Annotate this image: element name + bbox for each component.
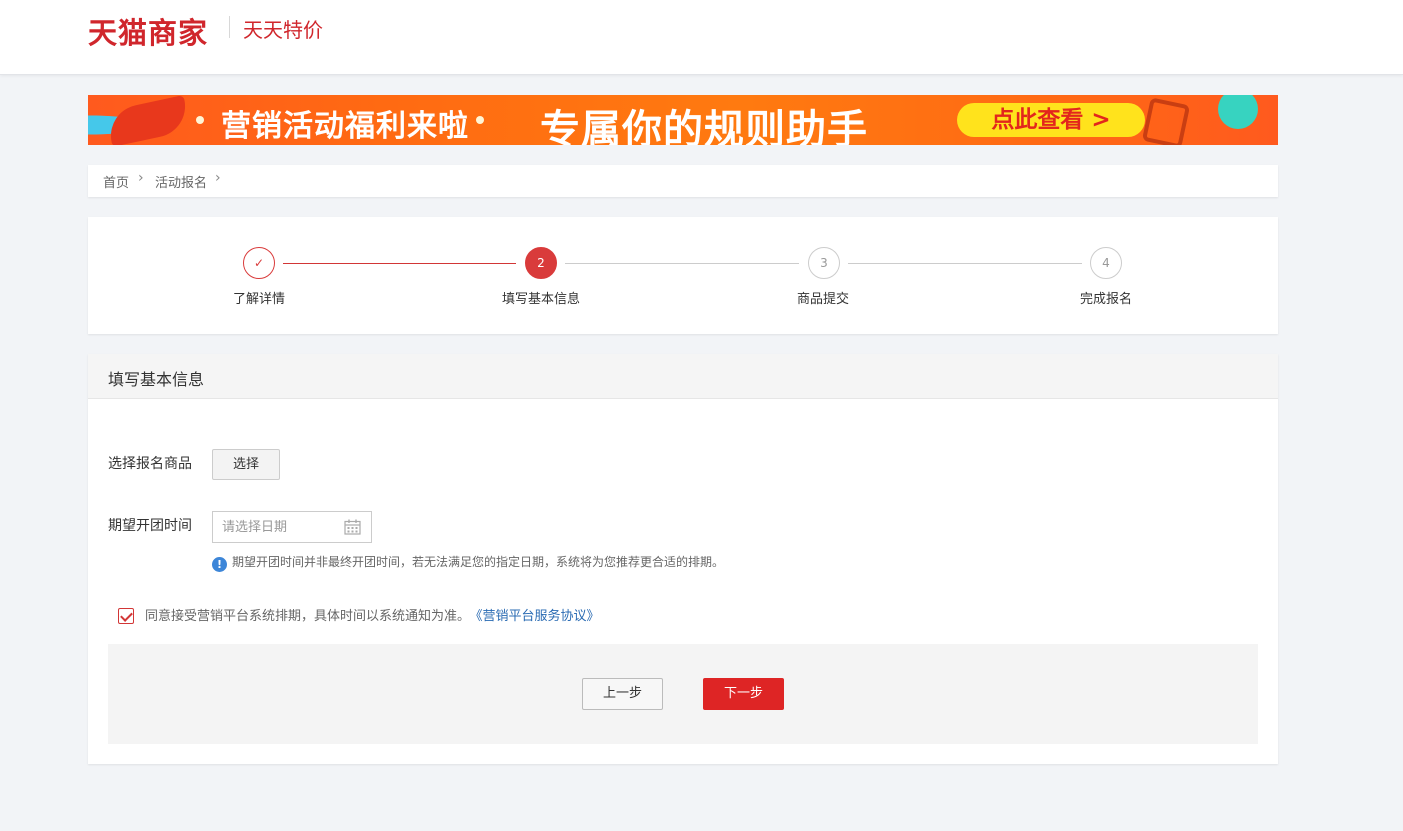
date-picker[interactable] xyxy=(212,511,372,543)
breadcrumb-item-home[interactable]: 首页 xyxy=(103,172,129,191)
banner-decoration xyxy=(1141,97,1191,145)
page-subtitle: 天天特价 xyxy=(243,18,323,42)
promo-banner[interactable]: 营销活动福利来啦 专属你的规则助手 点此查看 > xyxy=(88,95,1278,145)
banner-decoration xyxy=(476,116,484,124)
date-hint: ! 期望开团时间并非最终开团时间，若无法满足您的指定日期，系统将为您推荐更合适的排… xyxy=(212,553,724,572)
info-icon: ! xyxy=(212,557,227,572)
banner-text-left: 营销活动福利来啦 xyxy=(221,109,469,144)
agreement-checkbox[interactable] xyxy=(118,608,134,624)
next-step-button[interactable]: 下一步 xyxy=(703,678,784,710)
step-3-circle: 3 xyxy=(808,247,840,279)
form-header: 填写基本信息 xyxy=(88,354,1278,399)
step-4-circle: 4 xyxy=(1090,247,1122,279)
form-actions: 上一步 下一步 xyxy=(108,644,1258,744)
step-connector xyxy=(283,263,516,264)
agreement-row: 同意接受营销平台系统排期，具体时间以系统通知为准。 《营销平台服务协议》 xyxy=(118,605,600,624)
select-product-button[interactable]: 选择 xyxy=(212,449,280,480)
top-header: 天猫商家 天天特价 xyxy=(0,0,1403,75)
chevron-right-icon: › xyxy=(215,170,221,186)
banner-cta-button[interactable]: 点此查看 > xyxy=(957,103,1145,137)
step-1-label: 了解详情 xyxy=(233,292,286,307)
step-2-circle: 2 xyxy=(525,247,557,279)
chevron-right-icon: › xyxy=(138,170,144,186)
step-1-check-icon: ✓ xyxy=(243,247,275,279)
step-connector xyxy=(565,263,799,264)
date-field-label: 期望开团时间 xyxy=(108,518,192,534)
product-field-label: 选择报名商品 xyxy=(108,456,192,472)
banner-decoration xyxy=(196,116,204,124)
breadcrumb: 首页 › 活动报名 › xyxy=(88,165,1278,197)
previous-step-button[interactable]: 上一步 xyxy=(582,678,663,710)
service-agreement-link[interactable]: 《营销平台服务协议》 xyxy=(476,609,600,624)
calendar-icon[interactable] xyxy=(344,519,361,535)
step-3-label: 商品提交 xyxy=(797,292,850,307)
date-input[interactable] xyxy=(214,513,339,541)
basic-info-form: 填写基本信息 选择报名商品 选择 期望开团时间 ! 期望开团时间并非最终开团时间，… xyxy=(88,354,1278,764)
form-title: 填写基本信息 xyxy=(108,370,205,389)
step-connector xyxy=(848,263,1082,264)
step-2-label: 填写基本信息 xyxy=(502,292,581,307)
tmall-merchant-logo[interactable]: 天猫商家 xyxy=(88,10,208,52)
breadcrumb-item-activity-signup[interactable]: 活动报名 xyxy=(155,172,207,191)
date-hint-text: 期望开团时间并非最终开团时间，若无法满足您的指定日期，系统将为您推荐更合适的排期… xyxy=(232,555,725,569)
banner-decoration xyxy=(1218,95,1258,129)
logo-divider xyxy=(229,16,230,38)
agreement-text: 同意接受营销平台系统排期，具体时间以系统通知为准。 xyxy=(145,609,471,624)
banner-text-main: 专属你的规则助手 xyxy=(540,107,868,145)
step-4-label: 完成报名 xyxy=(1080,292,1133,307)
progress-steps: ✓ 2 3 4 了解详情 填写基本信息 商品提交 完成报名 xyxy=(88,217,1278,334)
